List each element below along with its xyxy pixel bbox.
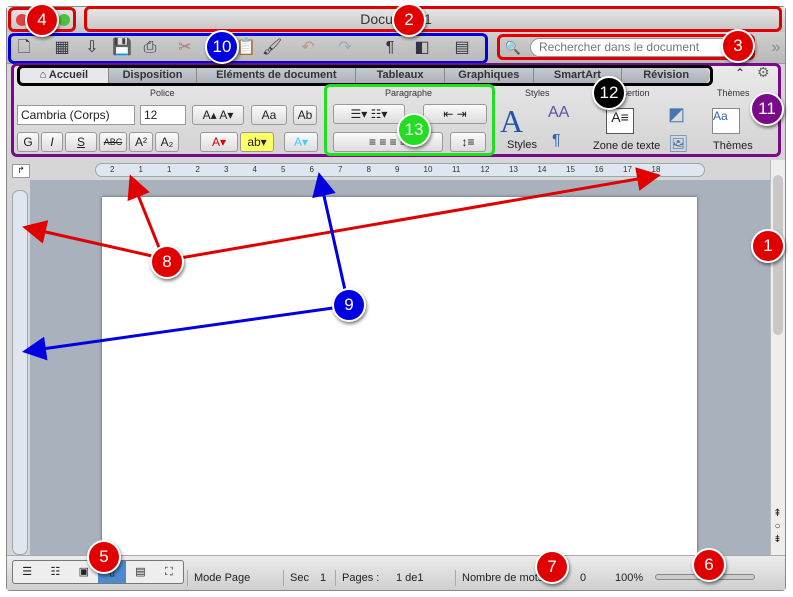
annotation-badge-4: 4 [25, 3, 59, 37]
annotation-badge-12: 12 [592, 76, 626, 110]
annotation-arrows [22, 167, 661, 361]
annotation-badge-6: 6 [692, 548, 726, 582]
annotation-badge-8: 8 [150, 245, 184, 279]
annotation-badge-10: 10 [205, 30, 239, 64]
annotation-badge-3: 3 [721, 29, 755, 63]
annotation-badge-1: 1 [751, 229, 785, 263]
annotation-badge-11: 11 [750, 92, 784, 126]
red-arrows [22, 167, 661, 260]
blue-arrows [22, 172, 347, 361]
annotation-badge-13: 13 [397, 113, 431, 147]
annotation-badge-7: 7 [535, 550, 569, 584]
annotation-badge-2: 2 [392, 3, 426, 37]
annotation-badge-5: 5 [87, 540, 121, 574]
annotation-badge-9: 9 [332, 288, 366, 322]
